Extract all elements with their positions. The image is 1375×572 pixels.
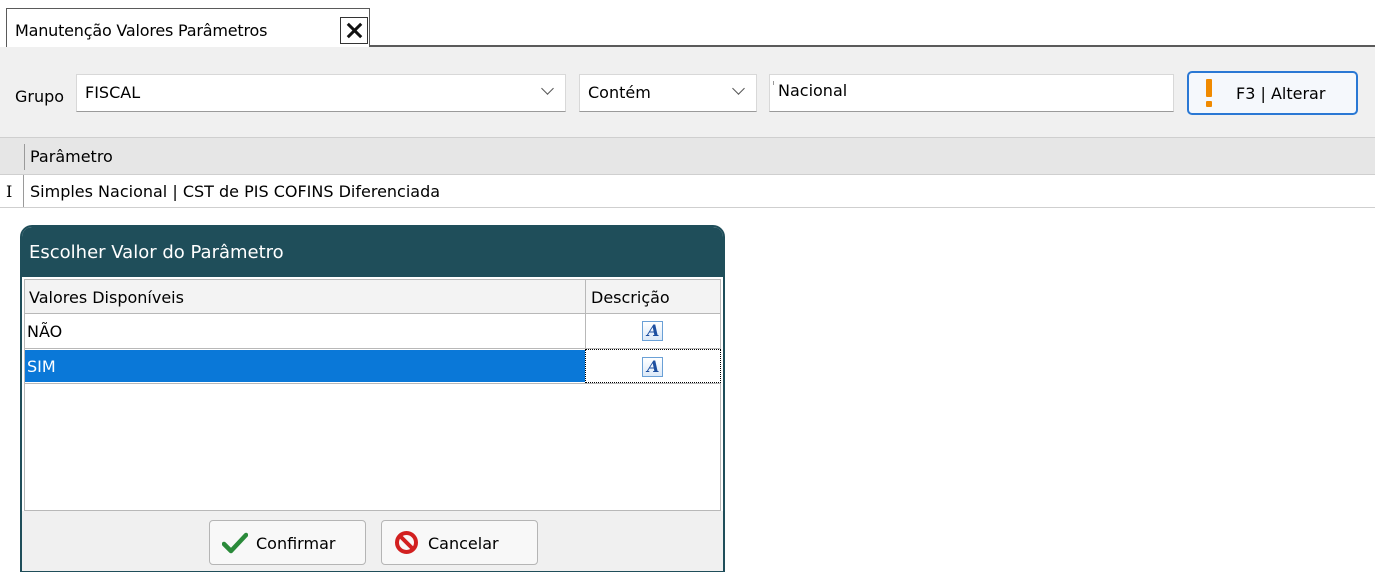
list-item[interactable]: NÃO A <box>25 314 721 349</box>
table-row[interactable]: I Simples Nacional | CST de PIS COFINS D… <box>0 175 1375 208</box>
tab-manutencao-valores-parametros[interactable]: Manutenção Valores Parâmetros <box>6 8 370 47</box>
option-description-cell[interactable]: A <box>585 314 721 348</box>
option-description-cell[interactable]: A <box>585 349 721 383</box>
dialog-title: Escolher Valor do Parâmetro <box>29 242 284 263</box>
alterar-button[interactable]: F3 | Alterar <box>1187 71 1358 115</box>
tab-strip: Manutenção Valores Parâmetros <box>0 0 1375 47</box>
values-grid: Valores Disponíveis Descrição NÃO A SIM … <box>24 279 721 511</box>
text-document-icon[interactable]: A <box>642 321 663 341</box>
filter-bar: Grupo FISCAL Contém Nacional F3 | Altera… <box>0 47 1375 137</box>
prohibited-icon <box>395 531 418 554</box>
checkmark-icon <box>222 532 248 554</box>
column-header-valores[interactable]: Valores Disponíveis <box>29 288 184 307</box>
column-header-descricao[interactable]: Descrição <box>591 288 670 307</box>
confirm-button-label: Confirmar <box>256 534 336 553</box>
column-separator <box>720 280 721 314</box>
dialog-footer: Confirmar Cancelar <box>22 511 723 571</box>
confirm-button[interactable]: Confirmar <box>209 520 366 565</box>
operator-select-value: Contém <box>588 83 651 102</box>
row-indicator-glyph: I <box>6 182 13 201</box>
input-marker <box>773 81 774 85</box>
grupo-label: Grupo <box>15 87 65 106</box>
tab-title: Manutenção Valores Parâmetros <box>15 21 268 40</box>
alterar-button-label: F3 | Alterar <box>1236 84 1326 103</box>
cancel-button[interactable]: Cancelar <box>381 520 538 565</box>
option-value[interactable]: SIM <box>27 357 583 377</box>
chevron-down-icon[interactable] <box>732 85 744 97</box>
values-grid-header: Valores Disponíveis Descrição <box>25 280 721 314</box>
close-icon[interactable] <box>340 17 368 44</box>
option-value[interactable]: NÃO <box>27 322 583 342</box>
grupo-select[interactable]: FISCAL <box>76 74 566 112</box>
grid-header: Parâmetro <box>0 137 1375 175</box>
parametro-cell[interactable]: Simples Nacional | CST de PIS COFINS Dif… <box>30 182 440 201</box>
cancel-button-label: Cancelar <box>428 534 499 553</box>
escolher-valor-dialog: Escolher Valor do Parâmetro Valores Disp… <box>20 225 725 572</box>
exclamation-icon <box>1206 79 1212 107</box>
column-separator[interactable] <box>585 280 586 314</box>
grupo-select-value: FISCAL <box>85 83 141 102</box>
list-item[interactable]: SIM A <box>25 349 721 384</box>
text-document-icon[interactable]: A <box>642 357 663 377</box>
column-header-parametro[interactable]: Parâmetro <box>30 147 113 166</box>
operator-select[interactable]: Contém <box>579 74 757 112</box>
chevron-down-icon[interactable] <box>541 85 553 97</box>
search-input-value: Nacional <box>778 81 848 100</box>
search-input[interactable]: Nacional <box>769 74 1174 112</box>
dialog-title-bar[interactable]: Escolher Valor do Parâmetro <box>22 227 723 277</box>
row-indicator: I <box>0 175 24 207</box>
column-separator[interactable] <box>24 144 25 170</box>
